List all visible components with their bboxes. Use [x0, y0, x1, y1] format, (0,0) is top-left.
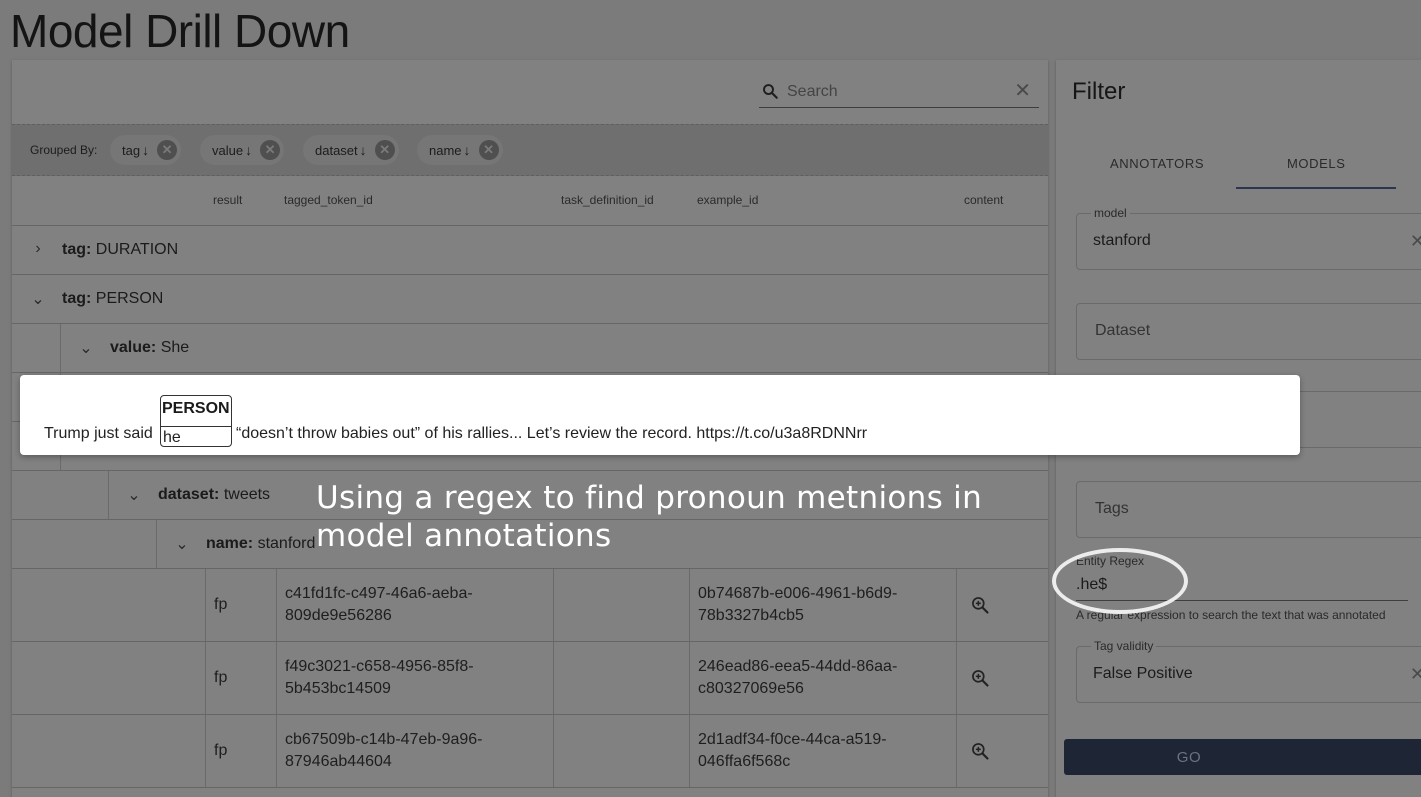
- tab-models[interactable]: MODELS: [1287, 156, 1346, 171]
- group-value: stanford: [257, 535, 316, 552]
- tagged-token-id-cell: c41fd1fc-c497-46a6-aeba- 809de9e56286: [285, 585, 473, 624]
- search-icon: [763, 84, 778, 99]
- example-id-cell: 0b74687b-e006-4961-b6d9- 78b3327b4cb5: [698, 585, 898, 624]
- chip-remove-icon[interactable]: ✕: [478, 140, 499, 160]
- highlight-circle: [1052, 548, 1188, 614]
- chip-remove-icon[interactable]: ✕: [157, 140, 178, 160]
- example-id-cell: 246ead86-eea5-44dd-86aa-c80327069e56: [698, 658, 898, 697]
- column-header-task-definition-id[interactable]: task_definition_id: [561, 193, 654, 207]
- filter-title: Filter: [1072, 78, 1126, 105]
- sort-arrow-icon[interactable]: ↓: [245, 142, 252, 158]
- caption-overlay: Using a regex to find pronoun metnions i…: [316, 480, 983, 554]
- result-cell: fp: [214, 596, 228, 613]
- group-chip-tag[interactable]: tag ↓ ✕: [110, 135, 182, 165]
- group-by-bar: Grouped By: tag ↓ ✕ value ↓ ✕ dataset ↓ …: [12, 124, 1048, 176]
- tag-validity-select[interactable]: Tag validity False Positive ✕: [1076, 639, 1421, 703]
- zoom-in-icon[interactable]: [970, 595, 990, 615]
- group-key: tag:: [62, 290, 92, 307]
- tag-validity-label: Tag validity: [1091, 639, 1157, 653]
- group-key: name:: [206, 535, 254, 552]
- clear-icon[interactable]: ✕: [1410, 231, 1421, 252]
- model-label: model: [1091, 206, 1130, 220]
- group-value: tweets: [223, 486, 271, 503]
- group-chip-value[interactable]: value ↓ ✕: [200, 135, 285, 165]
- entity-text: he: [161, 426, 231, 447]
- table-row[interactable]: fp cb67509b-c14b-47eb-9a96- 87946ab44604 …: [12, 715, 1048, 788]
- column-header-example-id[interactable]: example_id: [697, 193, 758, 207]
- dataset-placeholder: Dataset: [1095, 322, 1151, 339]
- column-header-content[interactable]: content: [964, 193, 1003, 207]
- chip-label: name: [429, 142, 462, 158]
- result-cell: fp: [214, 742, 228, 759]
- table-row[interactable]: fp f49c3021-c658-4956-85f8- 5b453bc14509 …: [12, 642, 1048, 715]
- group-row-value-she[interactable]: ⌄ value: She: [12, 324, 1048, 373]
- search-clear-icon[interactable]: ✕: [1014, 80, 1031, 102]
- group-chip-name[interactable]: name ↓ ✕: [417, 135, 503, 165]
- chip-remove-icon[interactable]: ✕: [260, 140, 281, 160]
- sort-arrow-icon[interactable]: ↓: [360, 142, 367, 158]
- indent-cell: [12, 520, 157, 568]
- tag-validity-value: False Positive: [1093, 665, 1193, 682]
- column-header-result[interactable]: result: [213, 193, 242, 207]
- table-toolbar: ✕: [12, 60, 1048, 124]
- group-key: tag:: [62, 241, 92, 258]
- chip-remove-icon[interactable]: ✕: [374, 140, 395, 160]
- group-value: She: [160, 339, 190, 356]
- tagged-token-id-cell: cb67509b-c14b-47eb-9a96- 87946ab44604: [285, 731, 483, 770]
- column-header-tagged-token-id[interactable]: tagged_token_id: [284, 193, 373, 207]
- clear-icon[interactable]: ✕: [1410, 664, 1421, 685]
- search-input[interactable]: [787, 79, 1007, 105]
- dataset-select[interactable]: Dataset: [1076, 303, 1421, 360]
- group-by-label: Grouped By:: [30, 143, 98, 157]
- entity-tag-label: PERSON: [162, 400, 230, 417]
- search-box[interactable]: ✕: [759, 78, 1039, 108]
- chip-label: tag: [122, 142, 141, 158]
- zoom-in-icon[interactable]: [970, 668, 990, 688]
- preview-text-after: “doesn’t throw babies out” of his rallie…: [236, 425, 868, 442]
- chip-label: value: [212, 142, 244, 158]
- chevron-down-icon[interactable]: ⌄: [76, 338, 96, 358]
- indent-cell: [12, 471, 109, 519]
- preview-text-before: Trump just said: [44, 425, 153, 442]
- group-row-tag-duration[interactable]: › tag: DURATION: [12, 226, 1048, 275]
- tags-placeholder: Tags: [1095, 500, 1129, 517]
- tagged-token-id-cell: f49c3021-c658-4956-85f8- 5b453bc14509: [285, 658, 474, 697]
- sort-arrow-icon[interactable]: ↓: [464, 142, 471, 158]
- entity-highlight: PERSON he: [160, 395, 232, 447]
- tab-annotators[interactable]: ANNOTATORS: [1110, 156, 1204, 171]
- group-key: value:: [110, 339, 157, 356]
- active-tab-indicator: [1236, 187, 1396, 189]
- table-row[interactable]: fp c41fd1fc-c497-46a6-aeba- 809de9e56286 …: [12, 569, 1048, 642]
- sort-arrow-icon[interactable]: ↓: [142, 142, 149, 158]
- group-chip-dataset[interactable]: dataset ↓ ✕: [303, 135, 399, 165]
- tags-select[interactable]: Tags: [1076, 481, 1421, 538]
- model-value: stanford: [1093, 232, 1151, 249]
- group-value: PERSON: [95, 290, 164, 307]
- annotation-preview-popup: Trump just said PERSON he “doesn’t throw…: [20, 375, 1300, 455]
- zoom-in-icon[interactable]: [970, 741, 990, 761]
- go-button[interactable]: GO: [1064, 739, 1421, 775]
- model-select[interactable]: model stanford ✕: [1076, 206, 1421, 270]
- chevron-down-icon[interactable]: ⌄: [28, 289, 48, 309]
- chevron-right-icon[interactable]: ›: [28, 240, 48, 260]
- chevron-down-icon[interactable]: ⌄: [172, 534, 192, 554]
- example-id-cell: 2d1adf34-f0ce-44ca-a519- 046ffa6f568c: [698, 731, 887, 770]
- indent-cell: [12, 324, 61, 372]
- group-value: DURATION: [95, 241, 179, 258]
- chevron-down-icon[interactable]: ⌄: [124, 485, 144, 505]
- group-key: dataset:: [158, 486, 220, 503]
- group-row-tag-person[interactable]: ⌄ tag: PERSON: [12, 275, 1048, 324]
- page-title: Model Drill Down: [10, 5, 350, 57]
- column-header-row: result tagged_token_id task_definition_i…: [12, 176, 1048, 226]
- result-cell: fp: [214, 669, 228, 686]
- chip-label: dataset: [315, 142, 358, 158]
